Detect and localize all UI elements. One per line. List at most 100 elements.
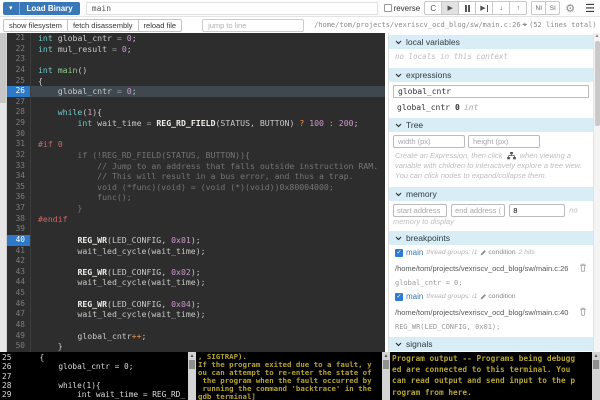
step-over-button[interactable]: ▶ [475,1,493,15]
arrow-up-icon: ↑ [517,5,521,12]
breakpoint-condition[interactable]: condition [480,249,515,256]
binary-input[interactable] [86,2,378,15]
step-out-button[interactable]: ↑ [509,1,527,15]
load-binary-caret[interactable]: ▾ [3,2,20,15]
memory-end-input[interactable] [451,204,505,217]
step-instruction-button[interactable]: SI [545,1,560,15]
left-scrollbar[interactable] [0,33,7,352]
terminal-line: 26 global_cntr = 0; [2,362,186,371]
code-text [31,320,38,331]
show-filesystem-button[interactable]: show filesystem [3,19,68,32]
breakpoint-function[interactable]: main [406,292,423,301]
line-number[interactable]: 41 [7,246,31,257]
trash-icon[interactable] [579,303,587,321]
line-number[interactable]: 35 [7,182,31,193]
breakpoint-location: /home/tom/projects/vexriscv_ocd_blog/sw/… [395,259,587,277]
continue-button[interactable]: C [424,1,442,15]
sidebar-scrollbar[interactable]: ▲ [593,33,600,352]
signals-header[interactable]: signals [389,337,593,351]
breakpoint-checkbox[interactable]: ✓ [395,249,403,257]
breakpoint-condition[interactable]: condition [480,293,515,300]
reverse-checkbox[interactable]: reverse [384,4,421,13]
program-output-scrollbar[interactable]: ▲ [592,352,600,400]
line-number[interactable]: 50 [7,341,31,352]
line-number[interactable]: 23 [7,54,31,65]
memory-bytes-input[interactable] [509,204,565,217]
line-number[interactable]: 24 [7,65,31,76]
reload-file-button[interactable]: reload file [138,19,183,32]
breakpoint-function[interactable]: main [406,248,423,257]
code-text: REG_WR(LED_CONFIG, 0x01); [31,235,201,246]
gdb-terminal[interactable]: 25 {26 global_cntr = 0;2728 while(1){29 … [0,352,196,400]
expression-input[interactable] [393,85,589,98]
line-number[interactable]: 34 [7,171,31,182]
status-terminal-scrollbar[interactable]: ▲ [382,352,390,400]
arrow-down-icon: ↓ [500,5,504,12]
line-number[interactable]: 22 [7,44,31,55]
line-number[interactable]: 49 [7,331,31,342]
fetch-disassembly-button[interactable]: fetch disassembly [67,19,139,32]
tree-inputs [389,132,593,149]
load-binary-button[interactable]: ▾ Load Binary [3,2,80,15]
next-instruction-button[interactable]: NI [531,1,546,15]
pencil-icon [480,293,487,300]
line-number[interactable]: 38 [7,214,31,225]
line-number[interactable]: 33 [7,161,31,172]
code-text: global_cntr = 0; [31,86,137,97]
code-line: 22int mul_result = 0; [7,44,385,55]
line-number[interactable]: 39 [7,224,31,235]
line-number[interactable]: 26 [7,86,31,97]
local-variables-header[interactable]: local variables [389,35,593,49]
breakpoint-summary: ✓mainthread groups: i1condition2 hits [395,248,587,257]
memory-start-input[interactable] [393,204,447,217]
breakpoint-checkbox[interactable]: ✓ [395,293,403,301]
trash-icon[interactable] [579,259,587,277]
tree-width-input[interactable] [393,135,465,148]
line-number[interactable]: 42 [7,256,31,267]
expressions-header[interactable]: expressions [389,68,593,82]
chevron-down-icon [395,236,402,241]
code-line: 41 wait_led_cycle(wait_time); [7,246,385,257]
jump-to-line-input[interactable] [202,19,304,32]
breakpoints-header[interactable]: breakpoints [389,231,593,245]
line-number[interactable]: 36 [7,192,31,203]
expression-type: int [464,103,478,112]
breakpoint-item: ✓mainthread groups: i1condition/home/tom… [389,289,593,333]
chevron-down-icon [395,342,402,347]
line-number[interactable]: 45 [7,288,31,299]
crosshair-icon[interactable]: ⌖ [523,20,528,30]
code-text: int mul_result = 0; [31,44,132,55]
line-number[interactable]: 44 [7,277,31,288]
code-text [31,256,38,267]
line-number[interactable]: 40 [7,235,31,246]
line-number[interactable]: 30 [7,129,31,140]
status-terminal[interactable]: , SIGTRAP).If the program exited due to … [196,352,390,400]
tree-height-input[interactable] [468,135,540,148]
line-number[interactable]: 46 [7,299,31,310]
line-number[interactable]: 32 [7,150,31,161]
line-number[interactable]: 31 [7,139,31,150]
play-icon: ▶ [448,4,453,12]
line-number[interactable]: 47 [7,309,31,320]
terminal-line: Program output -- Programs being debugg [392,353,590,364]
line-number[interactable]: 27 [7,97,31,108]
run-button[interactable]: ▶ [441,1,459,15]
gdb-terminal-scrollbar[interactable]: ▲ [188,352,196,400]
gear-icon[interactable]: ⚙ [565,2,575,15]
menu-icon[interactable]: ☰ [585,2,595,15]
step-into-button[interactable]: ↓ [492,1,510,15]
chevron-down-icon [395,73,402,78]
line-number[interactable]: 28 [7,107,31,118]
line-number[interactable]: 21 [7,33,31,44]
program-output-terminal[interactable]: Program output -- Programs being debugge… [390,352,600,400]
line-number[interactable]: 29 [7,118,31,129]
line-number[interactable]: 37 [7,203,31,214]
line-number[interactable]: 43 [7,267,31,278]
memory-header[interactable]: memory [389,187,593,201]
line-number[interactable]: 25 [7,76,31,87]
tree-header[interactable]: Tree [389,118,593,132]
terminal-line: 25 { [2,353,186,362]
code-line: 49 global_cntr++; [7,331,385,342]
line-number[interactable]: 48 [7,320,31,331]
pause-button[interactable] [458,1,476,15]
